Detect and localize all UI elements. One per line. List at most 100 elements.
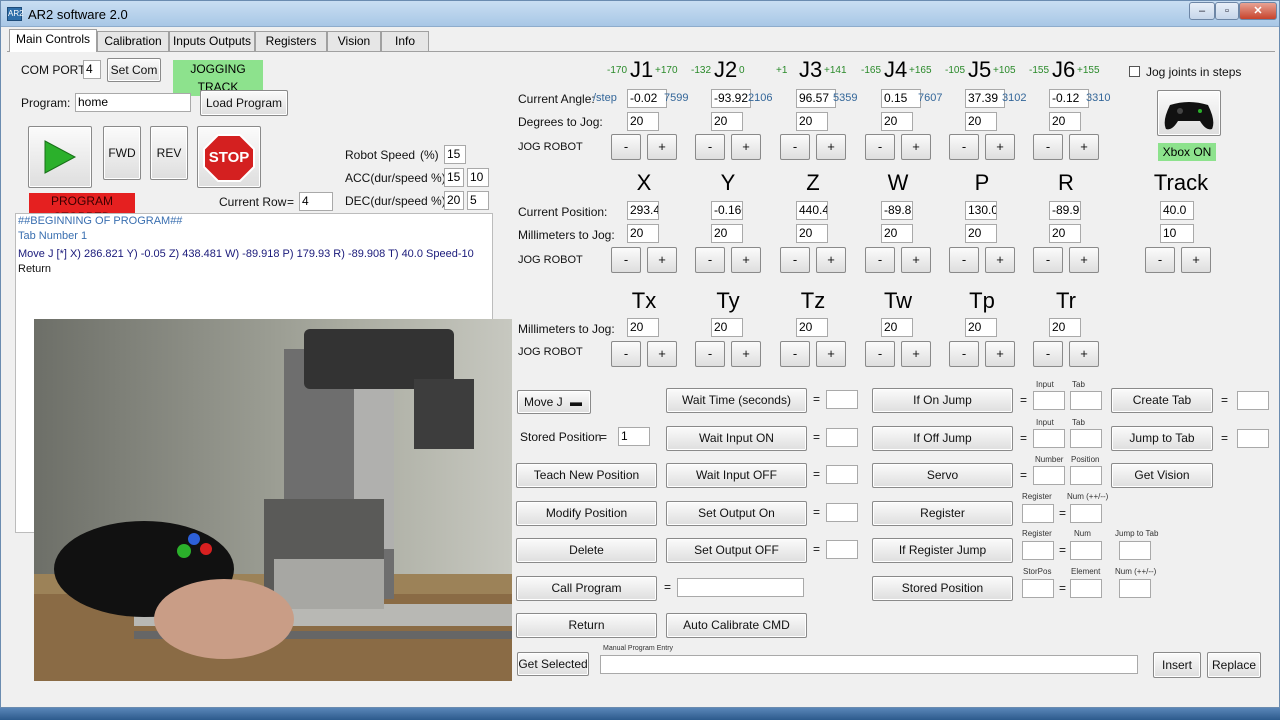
tool-jog-minus-button[interactable]: -	[1033, 341, 1063, 367]
axis-jog-minus-button[interactable]: -	[780, 247, 810, 273]
tool-jog-mm-input[interactable]: 20	[711, 318, 743, 337]
joint-jog-minus-button[interactable]: -	[865, 134, 895, 160]
axis-jog-minus-button[interactable]: -	[611, 247, 641, 273]
load-program-button[interactable]: Load Program	[200, 90, 288, 116]
call-program-button[interactable]: Call Program	[516, 576, 657, 601]
axis-position-field[interactable]: 130.03	[965, 201, 997, 220]
tool-jog-mm-input[interactable]: 20	[965, 318, 997, 337]
wait-input-on-input[interactable]	[826, 428, 858, 447]
xbox-button[interactable]	[1157, 90, 1221, 136]
wait-time-input[interactable]	[826, 390, 858, 409]
joint-angle-field[interactable]: -0.12	[1049, 89, 1089, 108]
axis-jog-minus-button[interactable]: -	[695, 247, 725, 273]
get-selected-button[interactable]: Get Selected	[517, 652, 589, 676]
joint-jog-minus-button[interactable]: -	[780, 134, 810, 160]
joint-jog-degrees-input[interactable]: 20	[965, 112, 997, 131]
axis-jog-plus-button[interactable]: +	[816, 247, 846, 273]
robot-speed-input[interactable]: 15	[444, 145, 466, 164]
axis-position-field[interactable]: -89.86	[881, 201, 913, 220]
axis-jog-plus-button[interactable]: +	[1069, 247, 1099, 273]
joint-jog-minus-button[interactable]: -	[611, 134, 641, 160]
if-on-jump-button[interactable]: If On Jump	[872, 388, 1013, 413]
create-tab-input[interactable]	[1237, 391, 1269, 410]
return-button[interactable]: Return	[516, 613, 657, 638]
tool-jog-minus-button[interactable]: -	[695, 341, 725, 367]
call-program-input[interactable]	[677, 578, 804, 597]
axis-position-field[interactable]: 293.49	[627, 201, 659, 220]
tool-jog-mm-input[interactable]: 20	[627, 318, 659, 337]
if-reg-num-field[interactable]	[1070, 541, 1102, 560]
current-row-input[interactable]: 4	[299, 192, 333, 211]
if-off-jump-button[interactable]: If Off Jump	[872, 426, 1013, 451]
servo-button[interactable]: Servo	[872, 463, 1013, 488]
tool-jog-minus-button[interactable]: -	[611, 341, 641, 367]
insert-button[interactable]: Insert	[1153, 652, 1201, 678]
joint-angle-field[interactable]: -0.02	[627, 89, 667, 108]
stored-position-button[interactable]: Stored Position	[872, 576, 1013, 601]
joint-jog-plus-button[interactable]: +	[985, 134, 1015, 160]
joint-angle-field[interactable]: -93.92	[711, 89, 751, 108]
com-port-input[interactable]: 4	[83, 60, 101, 79]
dec-speed-input[interactable]: 5	[467, 191, 489, 210]
joint-jog-plus-button[interactable]: +	[647, 134, 677, 160]
tool-jog-plus-button[interactable]: +	[647, 341, 677, 367]
minimize-button[interactable]: –	[1189, 2, 1215, 20]
joint-jog-minus-button[interactable]: -	[695, 134, 725, 160]
if-off-input-field[interactable]	[1033, 429, 1065, 448]
axis-jog-minus-button[interactable]: -	[949, 247, 979, 273]
axis-jog-mm-input[interactable]: 20	[881, 224, 913, 243]
joint-jog-degrees-input[interactable]: 20	[881, 112, 913, 131]
joint-jog-plus-button[interactable]: +	[901, 134, 931, 160]
if-on-tab-field[interactable]	[1070, 391, 1102, 410]
register-button[interactable]: Register	[872, 501, 1013, 526]
tab-info[interactable]: Info	[381, 31, 429, 51]
tool-jog-plus-button[interactable]: +	[731, 341, 761, 367]
joint-jog-degrees-input[interactable]: 20	[627, 112, 659, 131]
get-vision-button[interactable]: Get Vision	[1111, 463, 1213, 488]
program-name-input[interactable]: home	[75, 93, 191, 112]
axis-jog-mm-input[interactable]: 20	[711, 224, 743, 243]
tool-jog-plus-button[interactable]: +	[985, 341, 1015, 367]
tab-main-controls[interactable]: Main Controls	[9, 29, 97, 52]
servo-position-field[interactable]	[1070, 466, 1102, 485]
joint-jog-degrees-input[interactable]: 20	[1049, 112, 1081, 131]
stop-button[interactable]: STOP	[197, 126, 261, 188]
set-output-off-input[interactable]	[826, 540, 858, 559]
tab-vision[interactable]: Vision	[327, 31, 381, 51]
acc-speed-input[interactable]: 10	[467, 168, 489, 187]
joint-jog-degrees-input[interactable]: 20	[796, 112, 828, 131]
tool-jog-plus-button[interactable]: +	[816, 341, 846, 367]
fwd-button[interactable]: FWD	[103, 126, 141, 180]
if-reg-register-field[interactable]	[1022, 541, 1054, 560]
run-program-button[interactable]	[28, 126, 92, 188]
program-line[interactable]: ##BEGINNING OF PROGRAM##	[16, 214, 492, 229]
tab-inputs-outputs[interactable]: Inputs Outputs	[169, 31, 255, 51]
joint-jog-minus-button[interactable]: -	[1033, 134, 1063, 160]
axis-jog-mm-input[interactable]: 20	[965, 224, 997, 243]
tool-jog-plus-button[interactable]: +	[1069, 341, 1099, 367]
jog-in-steps-checkbox[interactable]	[1129, 66, 1140, 77]
axis-jog-plus-button[interactable]: +	[985, 247, 1015, 273]
joint-jog-plus-button[interactable]: +	[1069, 134, 1099, 160]
axis-jog-mm-input[interactable]: 20	[796, 224, 828, 243]
joint-jog-plus-button[interactable]: +	[816, 134, 846, 160]
maximize-button[interactable]: ▫	[1215, 2, 1239, 20]
tab-calibration[interactable]: Calibration	[97, 31, 169, 51]
if-register-jump-button[interactable]: If Register Jump	[872, 538, 1013, 563]
jump-to-tab-input[interactable]	[1237, 429, 1269, 448]
element-field[interactable]	[1070, 579, 1102, 598]
axis-position-field[interactable]: -0.160	[711, 201, 743, 220]
tab-registers[interactable]: Registers	[255, 31, 327, 51]
axis-position-field[interactable]: -89.92	[1049, 201, 1081, 220]
joint-angle-field[interactable]: 0.15	[881, 89, 921, 108]
set-output-off-button[interactable]: Set Output OFF	[666, 538, 807, 563]
axis-jog-plus-button[interactable]: +	[647, 247, 677, 273]
track-jog-input[interactable]: 10	[1160, 224, 1194, 243]
joint-jog-plus-button[interactable]: +	[731, 134, 761, 160]
close-button[interactable]: ✕	[1239, 2, 1277, 20]
if-reg-jump-tab-field[interactable]	[1119, 541, 1151, 560]
set-output-on-button[interactable]: Set Output On	[666, 501, 807, 526]
joint-jog-degrees-input[interactable]: 20	[711, 112, 743, 131]
axis-jog-mm-input[interactable]: 20	[627, 224, 659, 243]
jump-to-tab-button[interactable]: Jump to Tab	[1111, 426, 1213, 451]
